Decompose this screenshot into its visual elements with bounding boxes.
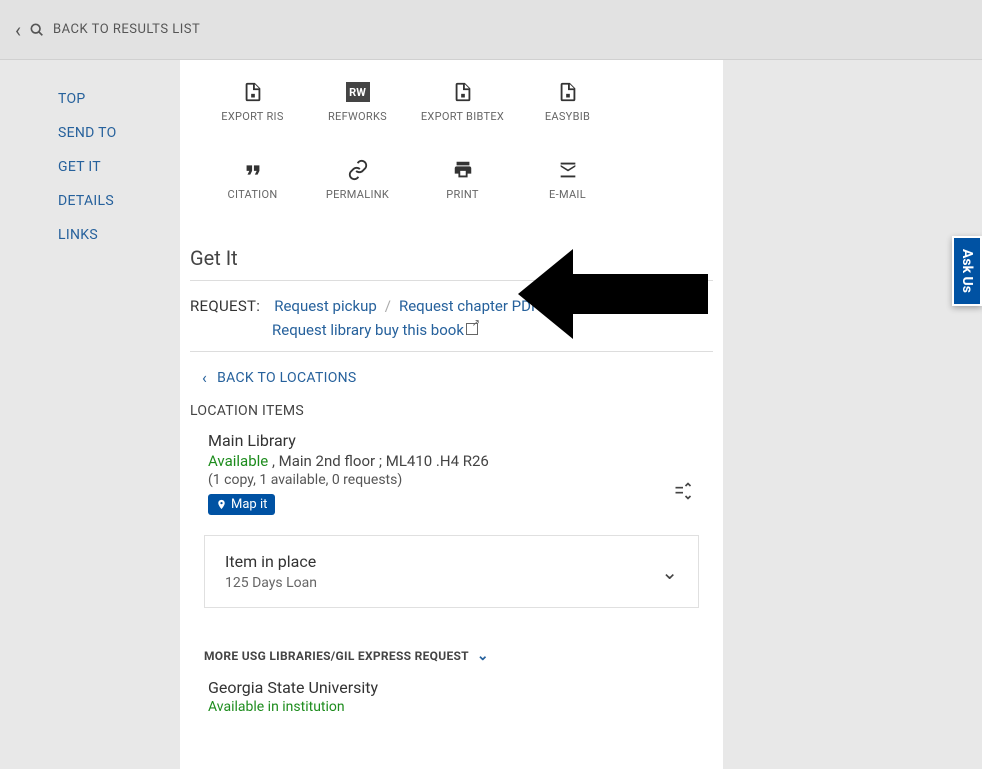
action-label: EXPORT BIBTEX — [421, 110, 504, 123]
request-chapter-pdf-link[interactable]: Request chapter PDF — [399, 297, 539, 315]
section-title: Get It — [190, 216, 713, 281]
more-label: MORE USG LIBRARIES/GIL EXPRESS REQUEST — [204, 649, 469, 663]
action-label: EASYBIB — [545, 110, 590, 123]
quote-icon — [241, 158, 265, 182]
map-it-button[interactable]: Map it — [208, 494, 275, 515]
main-container: TOP SEND TO GET IT DETAILS LINKS EXPORT … — [0, 60, 982, 769]
get-it-section: Get It REQUEST: Request pickup / Request… — [180, 216, 723, 715]
action-label: REFWORKS — [328, 110, 387, 123]
availability-line: Available , Main 2nd floor ; ML410 .H4 R… — [208, 452, 713, 472]
print-icon — [451, 158, 475, 182]
sidebar-item-links[interactable]: LINKS — [58, 218, 180, 252]
item-status: Item in place — [225, 552, 317, 571]
item-card-content: Item in place 125 Days Loan — [225, 552, 317, 591]
search-icon — [29, 22, 45, 38]
available-status: Available — [208, 452, 268, 470]
permalink-button[interactable]: PERMALINK — [305, 158, 410, 201]
mail-icon — [556, 158, 580, 182]
sidebar-item-sendto[interactable]: SEND TO — [58, 116, 180, 150]
export-ris-button[interactable]: EXPORT RIS — [200, 80, 305, 123]
other-location[interactable]: Georgia State University Available in in… — [190, 678, 713, 715]
refworks-button[interactable]: RW REFWORKS — [305, 80, 410, 123]
request-buy-book-link[interactable]: Request library buy this book — [272, 321, 478, 339]
file-icon — [241, 80, 265, 104]
item-loan: 125 Days Loan — [225, 575, 317, 591]
request-label: REQUEST: — [190, 297, 260, 315]
file-icon — [451, 80, 475, 104]
citation-button[interactable]: CITATION — [200, 158, 305, 201]
print-button[interactable]: PRINT — [410, 158, 515, 201]
back-to-results-link[interactable]: BACK TO RESULTS LIST — [53, 22, 200, 37]
request-pickup-link[interactable]: Request pickup — [274, 297, 377, 315]
location-detail: , Main 2nd floor ; ML410 .H4 R26 — [268, 452, 489, 470]
copy-info: (1 copy, 1 available, 0 requests) — [208, 472, 713, 494]
chevron-down-icon: ⌄ — [661, 560, 678, 584]
action-row-2: CITATION PERMALINK PRINT E-MAIL — [180, 138, 723, 216]
request-second-line: Request library buy this book — [190, 321, 713, 352]
sort-icon[interactable] — [673, 481, 693, 506]
back-locations-text: BACK TO LOCATIONS — [217, 370, 356, 386]
easybib-button[interactable]: EASYBIB — [515, 80, 620, 123]
more-libraries-toggle[interactable]: MORE USG LIBRARIES/GIL EXPRESS REQUEST ⌄ — [190, 608, 713, 678]
separator: / — [385, 297, 391, 315]
buy-book-text: Request library buy this book — [272, 321, 464, 339]
action-label: CITATION — [228, 188, 278, 201]
other-location-name: Georgia State University — [208, 678, 713, 699]
action-label: PERMALINK — [326, 188, 389, 201]
link-icon — [346, 158, 370, 182]
sidebar-item-top[interactable]: TOP — [58, 82, 180, 116]
map-it-label: Map it — [231, 497, 267, 512]
other-location-availability: Available in institution — [208, 699, 713, 715]
request-line: REQUEST: Request pickup / Request chapte… — [190, 297, 713, 321]
main-content: EXPORT RIS RW REFWORKS EXPORT BIBTEX EAS… — [180, 60, 723, 769]
ask-us-tab[interactable]: Ask Us — [952, 236, 982, 306]
action-row-1: EXPORT RIS RW REFWORKS EXPORT BIBTEX EAS… — [180, 60, 723, 138]
location-items-label: LOCATION ITEMS — [190, 403, 713, 431]
file-icon — [556, 80, 580, 104]
sidebar: TOP SEND TO GET IT DETAILS LINKS — [0, 60, 180, 769]
pin-icon — [216, 499, 227, 510]
item-card[interactable]: Item in place 125 Days Loan ⌄ — [204, 535, 699, 608]
back-to-locations-link[interactable]: ‹ BACK TO LOCATIONS — [190, 352, 713, 403]
rw-icon: RW — [346, 80, 370, 104]
sidebar-item-getit[interactable]: GET IT — [58, 150, 180, 184]
separator: / — [547, 297, 553, 315]
sidebar-item-details[interactable]: DETAILS — [58, 184, 180, 218]
export-bibtex-button[interactable]: EXPORT BIBTEX — [410, 80, 515, 123]
action-label: PRINT — [446, 188, 478, 201]
location-name: Main Library — [208, 431, 713, 452]
external-link-icon — [466, 323, 478, 335]
chevron-left-icon: ‹ — [202, 368, 207, 387]
top-bar: ‹ BACK TO RESULTS LIST — [0, 0, 982, 60]
action-label: E-MAIL — [549, 188, 586, 201]
action-label: EXPORT RIS — [221, 110, 283, 123]
chevron-down-icon: ⌄ — [477, 648, 489, 664]
email-button[interactable]: E-MAIL — [515, 158, 620, 201]
back-chevron-icon[interactable]: ‹ — [15, 18, 21, 42]
location-block: Main Library Available , Main 2nd floor … — [190, 431, 713, 515]
